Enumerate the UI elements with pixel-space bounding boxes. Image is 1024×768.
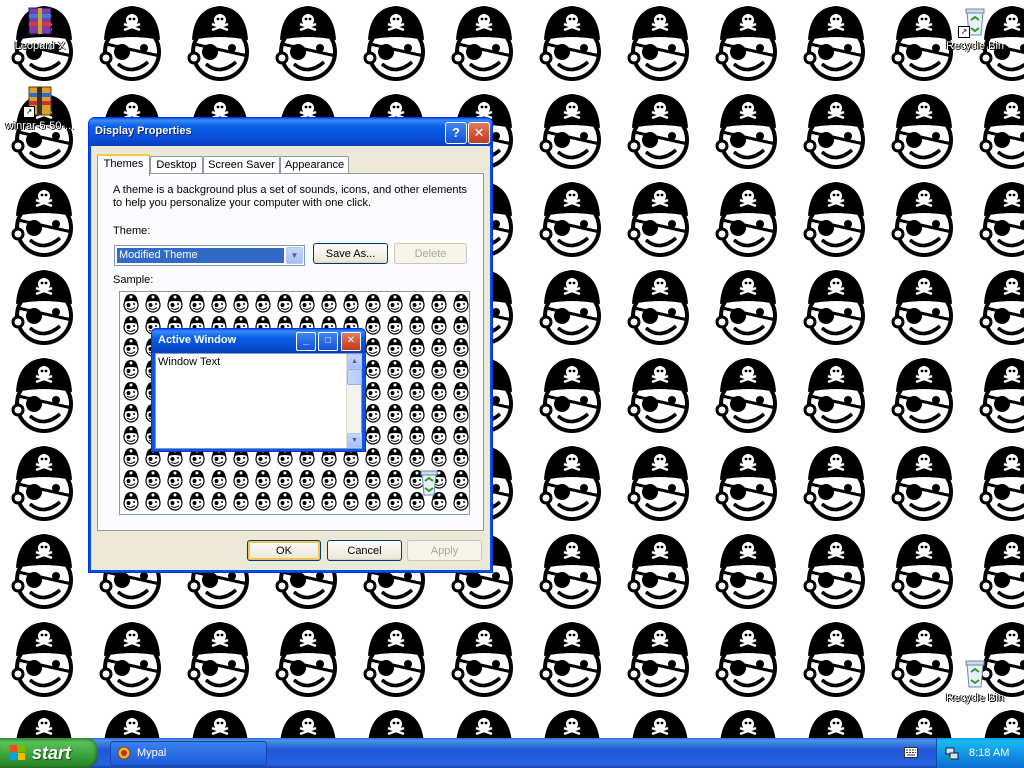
theme-select[interactable]: Modified Theme ▼ [114,245,305,266]
sample-window-title: Active Window [158,334,237,346]
start-label: start [32,743,72,763]
archive-icon [23,4,57,38]
sample-window-body: Window Text ▲ ▼ [155,353,362,449]
recycle-bin-icon: ↗ [958,4,992,38]
sample-recycle-bin-icon [416,468,442,496]
scroll-thumb [347,369,362,385]
tab-appearance[interactable]: Appearance [280,156,349,174]
windows-flag-icon [10,745,25,760]
taskbar-item-mypal[interactable]: Mypal [110,741,267,766]
themes-tab-panel: A theme is a background plus a set of so… [97,173,484,531]
sample-scrollbar: ▲ ▼ [346,354,362,448]
desktop-icon-recycle-bin-bottom[interactable]: Recycle Bin [935,656,1015,704]
themes-description: A theme is a background plus a set of so… [113,184,468,209]
help-button[interactable]: ? [445,122,467,144]
ok-button[interactable]: OK [247,540,321,561]
theme-label: Theme: [113,225,151,237]
recycle-bin-icon [958,656,992,690]
chevron-down-icon[interactable]: ▼ [286,247,303,264]
network-icon[interactable] [945,746,959,760]
scroll-up-icon: ▲ [347,354,362,369]
minimize-icon: _ [296,332,316,351]
desktop-icon-winrar[interactable]: ↗ winrar-5-50-... [0,84,80,132]
desktop-icon-leopard-x[interactable]: Leopard X [0,4,80,52]
clock[interactable]: 8:18 AM [969,738,1009,768]
sample-active-window: Active Window _ □ ✕ Window Text ▲ ▼ [151,328,366,452]
desktop-icon-label: Recycle Bin [945,40,1005,52]
save-as-button[interactable]: Save As... [313,243,388,264]
title-bar[interactable]: Display Properties ? ✕ [89,118,492,146]
desktop-icon-recycle-bin-top[interactable]: ↗ Recycle Bin [935,4,1015,52]
sample-label: Sample: [113,274,154,286]
start-button[interactable]: start [0,738,98,768]
scroll-down-icon: ▼ [347,433,362,448]
desktop-icon-label: Recycle Bin [945,692,1005,704]
apply-button[interactable]: Apply [407,540,482,561]
desktop-icon-label: Leopard X [14,40,66,52]
taskbar: start Mypal 8:18 AM [0,738,1024,768]
theme-select-value: Modified Theme [116,247,285,264]
desktop-icon-label: winrar-5-50-... [5,120,75,132]
maximize-icon: □ [318,332,338,351]
tab-screen-saver[interactable]: Screen Saver [203,156,280,174]
keyboard-icon[interactable] [904,747,918,758]
theme-sample-preview: Active Window _ □ ✕ Window Text ▲ ▼ [119,291,470,515]
system-tray: 8:18 AM [936,738,1024,768]
sample-window-text: Window Text [158,356,221,368]
tab-desktop[interactable]: Desktop [150,156,203,174]
sample-title-bar: Active Window _ □ ✕ [152,329,365,353]
shortcut-arrow-icon: ↗ [23,106,35,118]
window-title: Display Properties [95,125,192,137]
close-icon: ✕ [341,332,361,351]
delete-button[interactable]: Delete [394,243,467,264]
mypal-icon [117,746,131,760]
tab-themes[interactable]: Themes [97,154,150,176]
shortcut-arrow-icon: ↗ [958,26,970,38]
close-button[interactable]: ✕ [468,122,490,144]
cancel-button[interactable]: Cancel [327,540,402,561]
winrar-icon: ↗ [23,84,57,118]
display-properties-window: Display Properties ? ✕ Themes Desktop Sc… [88,117,493,573]
taskbar-item-label: Mypal [137,747,167,759]
